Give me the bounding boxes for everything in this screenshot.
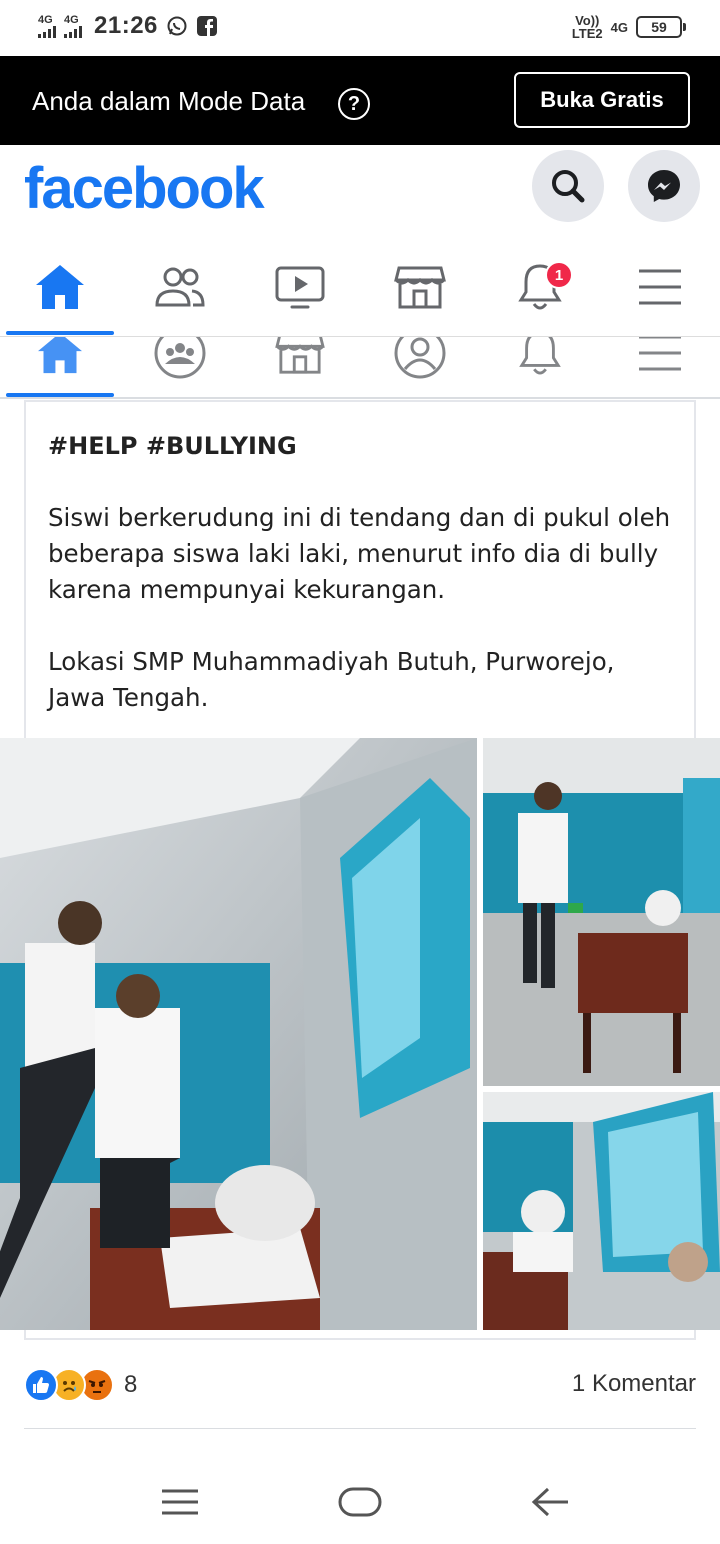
tab-menu[interactable] (605, 237, 715, 336)
status-right: Vo)) LTE2 4G 59 (572, 14, 686, 40)
marketplace-icon (275, 337, 325, 374)
post-photo-top-right[interactable] (483, 738, 720, 1086)
signal-2: 4G (64, 13, 82, 38)
main-tab-bar: 1 (0, 237, 720, 337)
tab-groups-duplicate[interactable] (125, 337, 235, 383)
notification-badge: 1 (545, 261, 573, 289)
tab-menu-duplicate[interactable] (605, 337, 715, 383)
status-bar: 4G 4G 21:26 Vo)) LTE2 4G 59 (0, 0, 720, 56)
network-type-1: 4G (38, 13, 53, 26)
system-nav-bar (0, 1460, 720, 1544)
comment-count[interactable]: 1 Komentar (572, 1370, 696, 1398)
tab-marketplace-duplicate[interactable] (245, 337, 355, 383)
home-nav-icon (338, 1487, 382, 1517)
tab-home-duplicate[interactable] (5, 337, 115, 383)
lte-label: LTE2 (571, 26, 603, 41)
tab-home[interactable] (5, 237, 115, 336)
reaction-summary[interactable]: 8 (24, 1366, 137, 1404)
post-paragraph-1: Siswi berkerudung ini di tendang dan di … (48, 503, 671, 604)
whatsapp-icon (166, 15, 188, 37)
signal-1: 4G (38, 13, 56, 38)
post-paragraph-2: Lokasi SMP Muhammadiyah Butuh, Purworejo… (48, 647, 615, 712)
groups-icon (154, 337, 206, 379)
recent-apps-button[interactable] (150, 1482, 210, 1522)
post-body: #HELP #BULLYING Siswi berkerudung ini di… (48, 428, 678, 716)
reaction-count: 8 (124, 1371, 138, 1398)
post-divider (24, 1428, 696, 1429)
help-icon[interactable]: ? (338, 88, 370, 120)
home-icon (36, 264, 84, 309)
tab-notifications-duplicate[interactable] (485, 337, 595, 383)
tab-friends[interactable] (125, 237, 235, 336)
tab-watch[interactable] (245, 237, 355, 336)
facebook-square-icon (196, 15, 218, 37)
like-reaction-icon (24, 1368, 58, 1402)
signal-bars-icon (64, 25, 82, 38)
data-mode-text: Anda dalam Mode Data (32, 86, 306, 116)
search-button[interactable] (532, 150, 604, 222)
network-type-2: 4G (64, 13, 79, 26)
tab-notifications[interactable]: 1 (485, 237, 595, 336)
volte-indicator: Vo)) LTE2 (572, 14, 603, 40)
clock: 21:26 (94, 12, 158, 39)
recent-apps-icon (162, 1489, 198, 1515)
marketplace-icon (394, 266, 446, 308)
active-tab-indicator (6, 393, 114, 397)
post-hashtags[interactable]: #HELP #BULLYING (48, 428, 678, 464)
post-photo-large[interactable] (0, 738, 477, 1330)
home-icon (38, 337, 82, 374)
secondary-tab-bar (0, 337, 720, 399)
watch-icon (275, 266, 325, 308)
search-icon (552, 170, 585, 203)
post-photo-bottom-right[interactable] (483, 1092, 720, 1330)
open-free-button[interactable]: Buka Gratis (514, 72, 690, 128)
messenger-button[interactable] (628, 150, 700, 222)
back-icon (531, 1487, 568, 1517)
bell-icon (519, 337, 561, 375)
signal-bars-icon (38, 25, 56, 38)
hamburger-menu-icon (639, 337, 681, 371)
tab-marketplace[interactable] (365, 237, 475, 336)
status-left: 4G 4G 21:26 (38, 12, 218, 40)
app-header: facebook (0, 145, 720, 237)
messenger-icon (648, 170, 680, 202)
home-nav-button[interactable] (330, 1482, 390, 1522)
active-tab-indicator (6, 331, 114, 335)
post-photo-collage[interactable] (0, 738, 720, 1330)
facebook-logo[interactable]: facebook (24, 155, 265, 222)
tab-profile-duplicate[interactable] (365, 337, 475, 383)
network-type-right: 4G (610, 19, 628, 35)
back-button[interactable] (520, 1482, 580, 1522)
profile-icon (394, 337, 446, 379)
data-mode-banner: Anda dalam Mode Data ? Buka Gratis (0, 56, 720, 145)
hamburger-menu-icon (639, 269, 681, 304)
battery-level: 59 (651, 19, 667, 35)
battery-icon: 59 (636, 16, 686, 38)
friends-icon (155, 267, 205, 306)
